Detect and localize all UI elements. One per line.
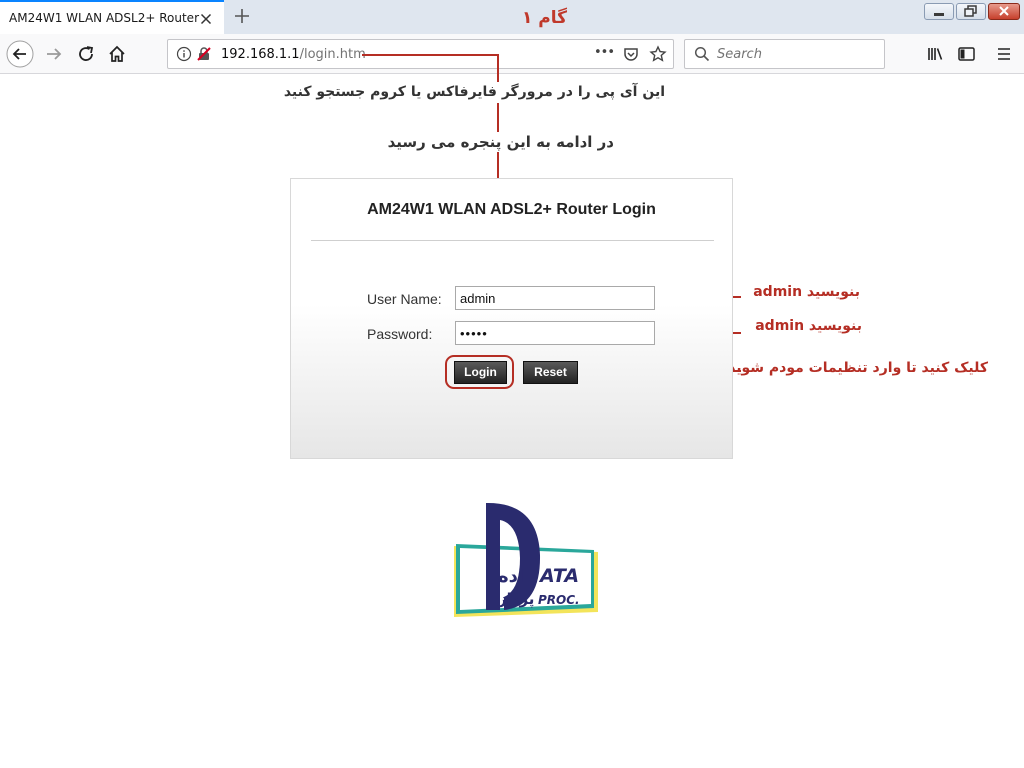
search-input[interactable]: Search [717,47,762,62]
data-proc-logo: ATA PROC. اده پرداز [454,502,598,617]
window-instruction: در ادامه به این پنجره می رسید [387,133,614,151]
arrow-right-icon[interactable] [40,40,68,68]
password-label: Password: [367,326,433,342]
login-hint: کلیک کنید تا وارد تنظیمات مودم شوید [728,360,988,376]
username-hint: بنویسید admin [753,284,860,300]
password-hint: بنویسید admin [755,318,862,334]
password-field[interactable] [455,321,655,345]
home-icon[interactable] [103,40,131,68]
pocket-icon[interactable] [622,46,640,64]
logo-latin-text: ATA [538,565,579,587]
logo-persian-top: اده [498,566,524,587]
window-close-icon [999,6,1009,16]
search-bar[interactable]: Search [684,39,885,69]
login-title: AM24W1 WLAN ADSL2+ Router Login [367,201,656,218]
reset-button[interactable]: Reset [523,361,578,384]
tab-title: AM24W1 WLAN ADSL2+ Router [9,11,199,25]
login-button[interactable]: Login [454,361,507,384]
minimize-button[interactable] [924,3,954,20]
navigation-toolbar: 192.168.1.1/login.htm ••• Search [0,34,1024,74]
close-icon[interactable] [198,11,214,27]
library-icon[interactable] [921,40,949,68]
hamburger-menu-icon[interactable] [990,40,1018,68]
step-title: گام ۱ [522,8,568,28]
title-divider [311,240,714,241]
url-path: /login.htm [299,47,366,62]
window-close-button[interactable] [988,3,1020,20]
url-host: 192.168.1.1 [221,47,300,62]
url-text[interactable]: 192.168.1.1/login.htm [221,47,366,62]
arrow-left-icon[interactable] [6,40,34,68]
username-label: User Name: [367,291,442,307]
reload-icon[interactable] [72,40,100,68]
info-icon[interactable] [176,46,192,62]
logo-persian-bottom: پرداز [497,590,534,609]
username-field[interactable] [455,286,655,310]
page-actions-icon[interactable]: ••• [594,45,615,60]
search-icon [694,46,710,62]
new-tab-plus-icon[interactable] [232,6,252,26]
router-login-panel: AM24W1 WLAN ADSL2+ Router Login User Nam… [290,178,733,459]
star-icon[interactable] [649,45,667,63]
restore-button[interactable] [956,3,986,20]
logo-latin-sub: PROC. [538,593,580,607]
insecure-lock-icon[interactable] [196,46,212,62]
tab-bar: AM24W1 WLAN ADSL2+ Router گام ۱ [0,0,1024,34]
minimize-icon [934,13,944,16]
restore-icon [964,5,977,17]
browser-tab[interactable]: AM24W1 WLAN ADSL2+ Router [0,0,224,34]
url-bar[interactable]: 192.168.1.1/login.htm ••• [167,39,674,69]
ip-instruction: این آی پی را در مرورگر فایرفاکس یا کروم … [283,84,665,100]
sidebar-icon[interactable] [952,40,980,68]
